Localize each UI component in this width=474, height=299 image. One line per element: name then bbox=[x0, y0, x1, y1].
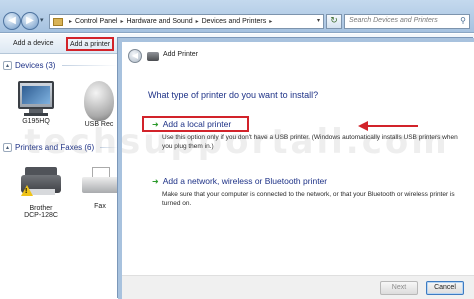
printer-icon: ! bbox=[21, 167, 61, 197]
fax-icon bbox=[82, 167, 118, 195]
back-arrow-icon[interactable]: ◀ bbox=[3, 12, 21, 30]
refresh-button[interactable]: ↻ bbox=[326, 14, 342, 29]
breadcrumb-separator-icon: ▸ bbox=[195, 18, 199, 25]
device-fax[interactable]: Fax bbox=[82, 167, 118, 210]
group-divider bbox=[100, 147, 118, 148]
breadcrumb-devices-and-printers[interactable]: Devices and Printers bbox=[202, 18, 267, 25]
device-usb-receiver[interactable]: USB Rec bbox=[80, 81, 118, 128]
back-arrow-icon[interactable]: ◀ bbox=[128, 49, 142, 63]
devices-group-header[interactable]: ▴ Devices (3) bbox=[3, 59, 55, 71]
add-device-button[interactable]: Add a device bbox=[11, 38, 55, 51]
cancel-button[interactable]: Cancel bbox=[426, 281, 464, 295]
option-add-network-printer[interactable]: ➜ Add a network, wireless or Bluetooth p… bbox=[142, 173, 468, 208]
forward-arrow-icon[interactable]: ▶ bbox=[21, 12, 39, 30]
breadcrumb-separator-icon: ▸ bbox=[269, 18, 273, 25]
refresh-icon: ↻ bbox=[330, 16, 338, 26]
mouse-icon bbox=[84, 81, 114, 121]
collapse-chevron-icon[interactable]: ▴ bbox=[3, 60, 12, 70]
green-arrow-icon: ➜ bbox=[152, 119, 159, 129]
red-callout-arrow-icon bbox=[358, 121, 418, 131]
device-label: Fax bbox=[94, 203, 106, 210]
green-arrow-icon: ➜ bbox=[152, 176, 159, 186]
search-icon: ⚲ bbox=[460, 16, 466, 25]
collapse-chevron-icon[interactable]: ▴ bbox=[3, 142, 12, 152]
group-divider bbox=[62, 65, 118, 66]
device-label-line1: Brother bbox=[29, 205, 53, 212]
printers-group-label: Printers and Faxes (6) bbox=[15, 142, 95, 152]
devices-content-area: ▴ Devices (3) G195HQ USB Rec ▴ Printers … bbox=[0, 55, 118, 299]
breadcrumb-hardware-and-sound[interactable]: Hardware and Sound bbox=[126, 18, 192, 25]
dialog-title: Add Printer bbox=[163, 51, 199, 58]
option-description: Use this option only if you don't have a… bbox=[162, 134, 458, 150]
add-printer-button[interactable]: Add a printer bbox=[66, 37, 115, 51]
breadcrumb-separator-icon: ▸ bbox=[69, 18, 73, 25]
address-bar[interactable]: ▸ Control Panel ▸ Hardware and Sound ▸ D… bbox=[49, 14, 324, 29]
printer-icon bbox=[147, 52, 159, 61]
dialog-header: ◀ Add Printer bbox=[122, 42, 474, 70]
monitor-icon bbox=[18, 81, 54, 109]
control-panel-folder-icon bbox=[53, 17, 63, 26]
next-button[interactable]: Next bbox=[380, 281, 418, 295]
breadcrumb-separator-icon: ▸ bbox=[120, 18, 124, 25]
printers-group-header[interactable]: ▴ Printers and Faxes (6) bbox=[3, 141, 94, 153]
devices-group-label: Devices (3) bbox=[15, 60, 56, 70]
dialog-footer: Next Cancel bbox=[122, 275, 474, 299]
device-monitor[interactable]: G195HQ bbox=[14, 81, 58, 125]
device-label: USB Rec bbox=[84, 121, 114, 128]
option-label[interactable]: Add a local printer bbox=[163, 119, 232, 129]
search-input[interactable]: Search Devices and Printers ⚲ bbox=[344, 14, 470, 29]
address-dropdown-icon[interactable]: ▾ bbox=[317, 17, 320, 24]
option-label[interactable]: Add a network, wireless or Bluetooth pri… bbox=[163, 176, 327, 186]
search-placeholder: Search Devices and Printers bbox=[349, 17, 438, 24]
add-printer-dialog: ◀ Add Printer What type of printer do yo… bbox=[118, 38, 474, 299]
device-label-line2: DCP-128C bbox=[24, 212, 58, 219]
option-description: Make sure that your computer is connecte… bbox=[162, 191, 455, 207]
dialog-heading: What type of printer do you want to inst… bbox=[148, 90, 319, 100]
option-title-row[interactable]: ➜ Add a network, wireless or Bluetooth p… bbox=[142, 173, 468, 189]
device-label: G195HQ bbox=[22, 118, 50, 125]
breadcrumb-control-panel[interactable]: Control Panel bbox=[75, 18, 117, 25]
recent-pages-dropdown-icon[interactable]: ▾ bbox=[40, 16, 44, 24]
explorer-titlebar: ◀ ▶ ▾ ▸ Control Panel ▸ Hardware and Sou… bbox=[0, 0, 474, 33]
option-title-row[interactable]: ➜ Add a local printer bbox=[142, 116, 249, 132]
device-brother-printer[interactable]: ! Brother DCP-128C bbox=[16, 167, 66, 219]
